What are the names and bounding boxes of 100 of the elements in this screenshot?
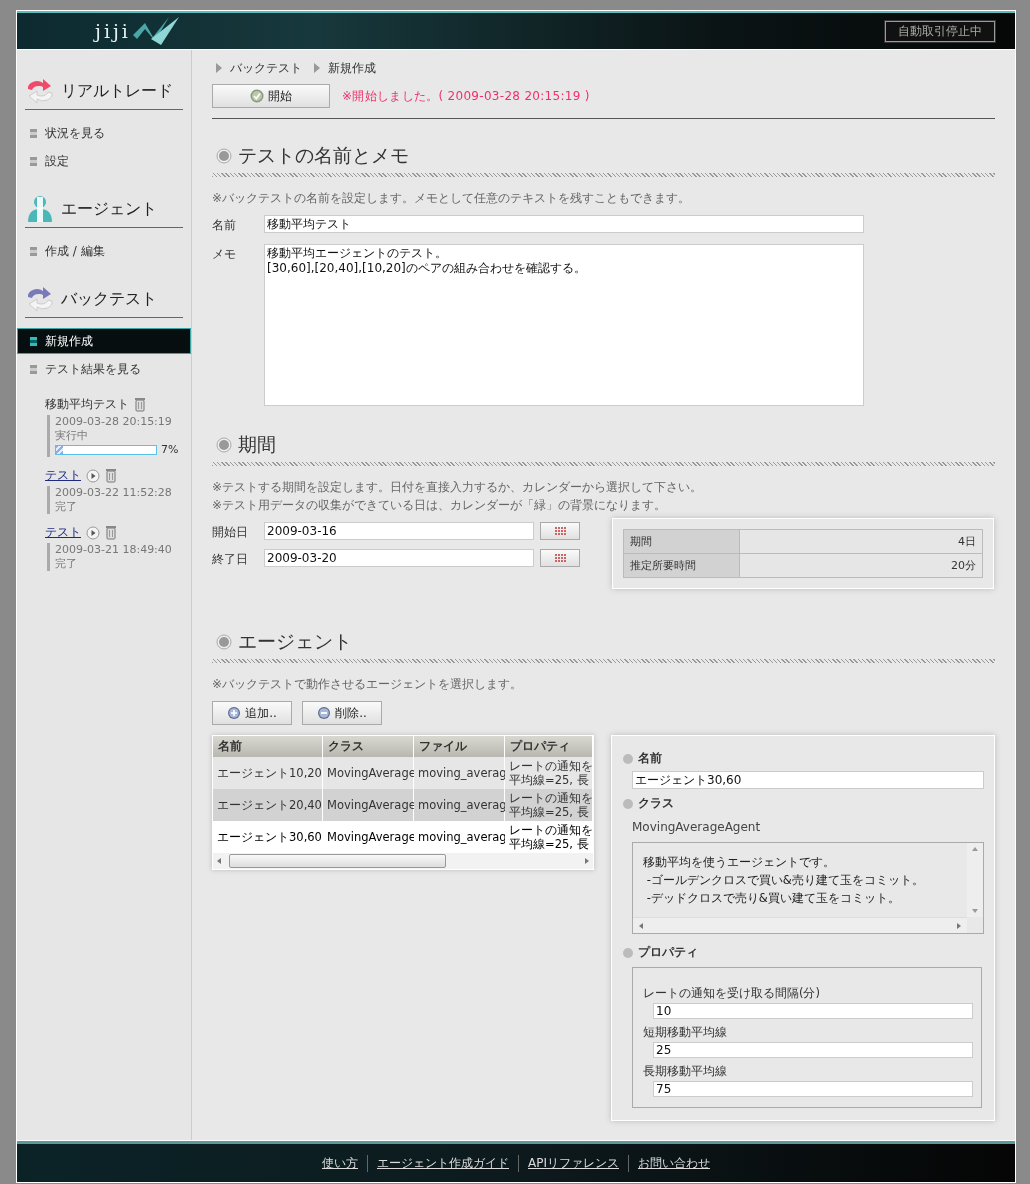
- table-cell-line: 平均線=25, 長: [509, 773, 589, 787]
- field-label: 開始日: [212, 524, 249, 541]
- bullet-icon: [622, 797, 634, 810]
- summary-label: 推定所要時間: [624, 554, 740, 577]
- section-title: リアルトレード: [61, 80, 173, 102]
- column-header[interactable]: プロパティ: [505, 736, 593, 757]
- radio-bullet-icon: [216, 437, 232, 453]
- result-time: 2009-03-28 20:15:19: [55, 415, 173, 429]
- play-icon[interactable]: [86, 468, 100, 483]
- horizontal-scrollbar[interactable]: [213, 853, 593, 869]
- section-title: エージェント: [61, 198, 157, 220]
- add-button[interactable]: 追加..: [212, 701, 292, 725]
- progress-percent: 7%: [161, 443, 179, 457]
- sidebar-item[interactable]: テスト結果を見る: [17, 356, 191, 382]
- result-link[interactable]: テスト: [45, 467, 81, 484]
- table-cell-line: レートの通知を: [509, 791, 593, 805]
- vertical-scrollbar[interactable]: [967, 843, 983, 917]
- property-label: 短期移動平均線: [643, 1025, 728, 1040]
- remove-button[interactable]: 削除..: [302, 701, 382, 725]
- grid-icon: [554, 554, 566, 562]
- footer-link[interactable]: エージェント作成ガイド: [367, 1154, 518, 1172]
- table-cell: MovingAverage: [323, 821, 414, 853]
- sidebar-item[interactable]: 設定: [17, 148, 191, 174]
- table-cell: moving_averag: [414, 757, 505, 789]
- circular-arrows-icon: [25, 284, 55, 314]
- bullet-icon: [622, 946, 634, 959]
- radio-bullet-icon: [216, 634, 232, 650]
- horizontal-scrollbar[interactable]: [633, 917, 967, 933]
- footer-link[interactable]: 使い方: [313, 1154, 367, 1172]
- table-cell: moving_averag: [414, 821, 505, 853]
- result-status: 完了: [55, 557, 78, 571]
- result-status: 完了: [55, 500, 78, 514]
- check-icon: [250, 89, 264, 103]
- field-label: メモ: [212, 246, 237, 263]
- footer-link[interactable]: お問い合わせ: [628, 1154, 719, 1172]
- footer-link[interactable]: APIリファレンス: [518, 1154, 628, 1172]
- date-field[interactable]: 2009-03-20: [264, 549, 534, 567]
- name-field[interactable]: 移動平均テスト: [264, 215, 864, 233]
- section-note: ※バックテストの名前を設定します。メモとして任意のテキストを残すこともできます。: [212, 190, 692, 207]
- calendar-button[interactable]: [540, 549, 580, 567]
- calendar-button[interactable]: [540, 522, 580, 540]
- date-field[interactable]: 2009-03-16: [264, 522, 534, 540]
- trash-icon[interactable]: [105, 468, 117, 483]
- table-cell-line: レートの通知を: [509, 823, 593, 837]
- radio-bullet-icon: [216, 148, 232, 164]
- logo-text: jiji: [95, 20, 131, 42]
- start-button[interactable]: 開始: [212, 84, 330, 108]
- section-title: バックテスト: [61, 288, 157, 310]
- field-label: 終了日: [212, 551, 249, 568]
- detail-label: プロパティ: [638, 944, 698, 961]
- detail-label: クラス: [638, 795, 674, 812]
- property-field[interactable]: 25: [653, 1042, 973, 1058]
- table-cell: エージェント20,40: [213, 789, 323, 821]
- breadcrumb-item[interactable]: バックテスト: [230, 59, 302, 77]
- table-cell-line: 平均線=25, 長: [509, 837, 589, 851]
- sidebar-item[interactable]: 新規作成: [17, 328, 191, 354]
- class-name: MovingAverageAgent: [632, 820, 762, 834]
- result-link[interactable]: テスト: [45, 524, 81, 541]
- property-field[interactable]: 75: [653, 1081, 973, 1097]
- table-cell: エージェント10,20: [213, 757, 323, 789]
- status-label: 自動取引停止中: [885, 20, 995, 42]
- trash-icon[interactable]: [105, 525, 117, 540]
- grid-icon: [554, 527, 566, 535]
- field-label: 名前: [212, 217, 237, 234]
- circular-arrows-icon: [25, 76, 55, 106]
- property-label: 長期移動平均線: [643, 1064, 728, 1079]
- result-time: 2009-03-21 18:49:40: [55, 543, 173, 557]
- breadcrumb-item[interactable]: 新規作成: [328, 59, 376, 77]
- bullet-icon: [622, 752, 634, 765]
- table-cell-line: レートの通知を: [509, 759, 593, 773]
- sidebar-item[interactable]: 作成 / 編集: [17, 238, 191, 264]
- section-heading: テストの名前とメモ: [238, 143, 409, 168]
- column-header[interactable]: 名前: [213, 736, 323, 757]
- memo-field[interactable]: 移動平均エージェントのテスト。 [30,60],[20,40],[10,20]のペアの組み合わせを確認する。: [264, 244, 864, 406]
- status-message: ※開始しました。( 2009-03-28 20:15:19 ): [342, 87, 590, 105]
- result-time: 2009-03-22 11:52:28: [55, 486, 173, 500]
- table-cell: moving_averag: [414, 789, 505, 821]
- detail-label: 名前: [638, 750, 662, 767]
- column-header[interactable]: クラス: [323, 736, 414, 757]
- result-status: 実行中: [55, 429, 89, 443]
- people-icon: [25, 194, 55, 224]
- section-note: ※テストする期間を設定します。日付を直接入力するか、カレンダーから選択して下さい。: [212, 479, 704, 496]
- property-field[interactable]: 10: [653, 1003, 973, 1019]
- play-icon[interactable]: [86, 525, 100, 540]
- section-heading: エージェント: [238, 629, 352, 654]
- summary-label: 期間: [624, 530, 740, 554]
- sidebar-item[interactable]: 状況を見る: [17, 120, 191, 146]
- agent-name-field[interactable]: エージェント30,60: [632, 771, 984, 789]
- table-cell: MovingAverage: [323, 789, 414, 821]
- property-label: レートの通知を受け取る間隔(分): [643, 986, 821, 1001]
- description-text: 移動平均を使うエージェントです。 -ゴールデンクロスで買い&売り建て玉をコミット。 -デッドクロスで売り&買い建て玉をコミット。: [642, 854, 925, 907]
- trash-icon[interactable]: [134, 397, 146, 412]
- table-cell: エージェント30,60: [213, 821, 323, 853]
- plus-icon: [227, 706, 242, 720]
- result-name: 移動平均テスト: [45, 396, 129, 413]
- section-note: ※バックテストで動作させるエージェントを選択します。: [212, 676, 524, 693]
- section-heading: 期間: [238, 432, 276, 457]
- column-header[interactable]: ファイル: [414, 736, 505, 757]
- section-note: ※テスト用データの収集ができている日は、カレンダーが「緑」の背景になります。: [212, 497, 668, 514]
- minus-icon: [317, 706, 332, 720]
